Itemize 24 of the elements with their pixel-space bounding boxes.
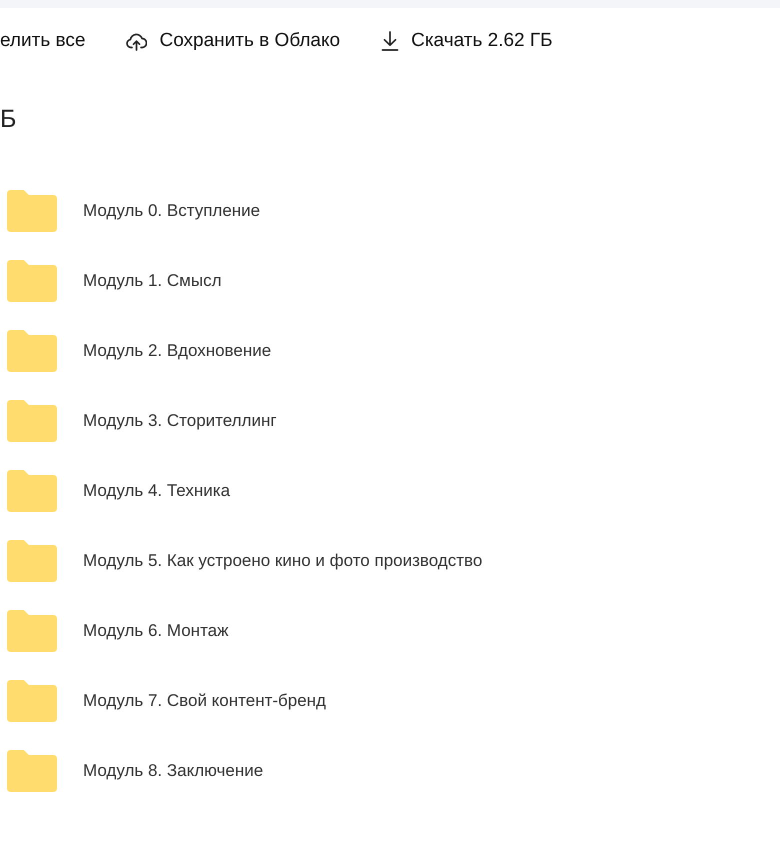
folder-name[interactable]: Модуль 5. Как устроено кино и фото производство — [83, 551, 482, 571]
folder-icon — [7, 680, 57, 722]
folder-name[interactable]: Модуль 1. Смысл — [83, 271, 222, 291]
folder-icon — [7, 750, 57, 792]
folder-name[interactable]: Модуль 6. Монтаж — [83, 621, 228, 641]
folder-name[interactable]: Модуль 3. Сторителлинг — [83, 411, 277, 431]
folder-name[interactable]: Модуль 8. Заключение — [83, 761, 264, 781]
folder-name[interactable]: Модуль 7. Свой контент-бренд — [83, 691, 326, 711]
save-to-cloud-button[interactable]: Сохранить в Облако — [126, 30, 340, 52]
folder-icon — [7, 190, 57, 232]
cloud-upload-icon — [126, 32, 148, 50]
page-title: Б — [0, 104, 16, 134]
folder-icon — [7, 260, 57, 302]
folder-icon — [7, 540, 57, 582]
folder-name[interactable]: Модуль 4. Техника — [83, 481, 230, 501]
folder-name[interactable]: Модуль 2. Вдохновение — [83, 341, 272, 361]
download-button[interactable]: Скачать 2.62 ГБ — [381, 30, 553, 52]
folder-icon — [7, 470, 57, 512]
download-icon — [381, 31, 400, 51]
folder-icon — [7, 330, 57, 372]
folder-icon — [7, 400, 57, 442]
select-all-button[interactable]: елить все — [0, 30, 86, 52]
folder-icon — [7, 610, 57, 652]
folder-name[interactable]: Модуль 0. Вступление — [83, 201, 260, 221]
